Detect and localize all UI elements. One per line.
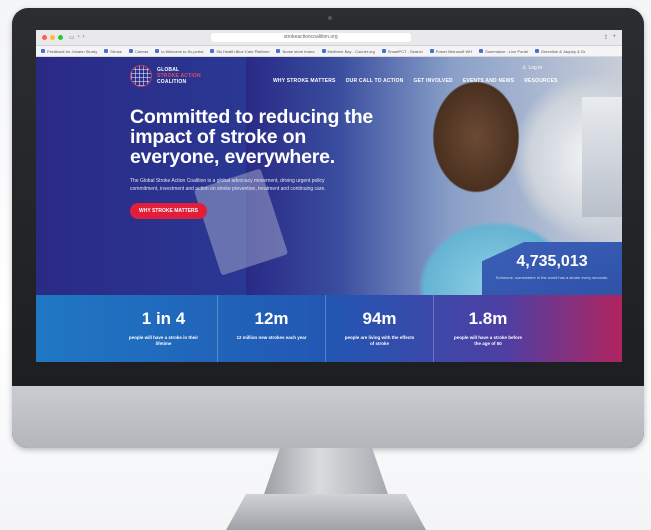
back-icon[interactable]: ‹ — [78, 34, 80, 41]
nav-get-involved[interactable]: GET INVOLVED — [414, 78, 453, 84]
stats-band: 1 in 4 people will have a stroke in thei… — [36, 295, 622, 362]
bookmark-icon — [41, 49, 45, 53]
hospital-wall-panel — [582, 97, 622, 217]
stat-label: 12 million new strokes each year — [236, 335, 307, 340]
bookmark-icon — [479, 49, 484, 53]
bookmark-item[interactable]: ic.Welcome to Sc.portal — [155, 49, 203, 54]
screen: ▭ ‹ › strokeactioncoalition.org ⇪ + Feed… — [36, 30, 622, 362]
stat-item: 12m 12 million new strokes each year — [218, 295, 326, 362]
monitor-chin — [12, 386, 644, 448]
browser-toolbar-right: ⇪ + — [603, 34, 616, 41]
sidebar-toggle-icon[interactable]: ▭ — [69, 34, 75, 41]
site-header: GLOBAL STROKE ACTION COALITION ♙ Log in … — [36, 57, 622, 97]
bookmark-icon — [321, 49, 326, 53]
stat-value: 1.8m — [468, 309, 508, 328]
stat-value: 94m — [362, 309, 397, 328]
stat-label: people are living with the effects of st… — [344, 335, 415, 346]
browser-titlebar: ▭ ‹ › strokeactioncoalition.org ⇪ + — [36, 30, 622, 46]
bookmark-item[interactable]: Stroke — [104, 49, 122, 54]
bookmark-icon — [276, 49, 281, 53]
stat-label: people will have a stroke before the age… — [453, 335, 523, 346]
bookmark-icon — [128, 49, 133, 53]
new-tab-icon[interactable]: + — [612, 34, 616, 41]
stat-value: 12m — [254, 309, 289, 328]
counter-caption: Someone, somewhere in the world has a st… — [495, 275, 609, 280]
window-controls — [42, 35, 63, 40]
counter-value: 4,735,013 — [516, 253, 588, 270]
bookmarks-bar: Feedback for Johann Sturdy Stroke Canvas… — [36, 46, 622, 57]
bookmark-icon — [381, 49, 386, 53]
stat-value: 1 in 4 — [141, 309, 186, 328]
address-bar[interactable]: strokeactioncoalition.org — [210, 33, 411, 42]
bookmark-item[interactable]: Ski Health Blue Care Platform — [210, 49, 269, 54]
bookmark-item[interactable]: Feedback for Johann Sturdy — [41, 49, 97, 54]
nav-our-call-to-action[interactable]: OUR CALL TO ACTION — [346, 78, 404, 84]
nav-events-and-news[interactable]: EVENTS AND NEWS — [463, 78, 514, 84]
bookmark-icon — [534, 49, 539, 53]
logo-wordmark: GLOBAL STROKE ACTION COALITION — [157, 67, 201, 85]
bookmark-item[interactable]: Canvas — [128, 49, 148, 54]
nav-why-stroke-matters[interactable]: WHY STROKE MATTERS — [273, 78, 336, 84]
forward-icon[interactable]: › — [83, 34, 85, 41]
hero-title: Committed to reducing the impact of stro… — [130, 106, 374, 168]
globe-logo-icon — [130, 65, 152, 87]
bookmark-icon — [210, 49, 215, 53]
monitor-stand-base — [226, 494, 426, 530]
nav-resources[interactable]: RESOURCES — [524, 78, 557, 84]
stat-item: 1.8m people will have a stroke before th… — [434, 295, 542, 362]
bookmark-item[interactable]: SmartPCT - Search — [381, 49, 423, 54]
minimize-window-icon[interactable] — [50, 35, 55, 40]
hero-body: The Global Stroke Action Coalition is a … — [130, 178, 326, 192]
bookmark-item[interactable]: Greenline & Jaquiry & Gr — [534, 49, 585, 54]
main-navigation: WHY STROKE MATTERS OUR CALL TO ACTION GE… — [273, 78, 558, 84]
bookmark-item[interactable]: Medicine Bay - Courier.org — [321, 49, 375, 54]
site-logo[interactable]: GLOBAL STROKE ACTION COALITION — [130, 65, 201, 87]
hero-section: Committed to reducing the impact of stro… — [130, 107, 380, 219]
bookmark-icon — [104, 49, 109, 53]
website: GLOBAL STROKE ACTION COALITION ♙ Log in … — [36, 57, 622, 362]
monitor-stand-neck — [262, 448, 390, 500]
browser-nav-controls: ▭ ‹ › — [69, 34, 85, 41]
bookmark-item[interactable]: Summarize - Live Portal — [479, 49, 528, 54]
stat-item: 1 in 4 people will have a stroke in thei… — [110, 295, 218, 362]
share-icon[interactable]: ⇪ — [603, 34, 608, 41]
bookmark-icon — [155, 49, 160, 53]
stat-label: people will have a stroke in their lifet… — [128, 335, 199, 346]
bookmark-icon — [429, 49, 434, 53]
login-link[interactable]: ♙ Log in — [522, 65, 542, 71]
why-stroke-matters-button[interactable]: WHY STROKE MATTERS — [130, 203, 207, 219]
stat-item: 94m people are living with the effects o… — [326, 295, 434, 362]
camera-icon — [328, 16, 332, 20]
bookmark-item[interactable]: Power Microsoft WH — [429, 49, 472, 54]
bookmark-item[interactable]: Nurse store brand — [276, 49, 315, 54]
maximize-window-icon[interactable] — [58, 35, 63, 40]
user-icon: ♙ — [522, 65, 527, 71]
close-window-icon[interactable] — [42, 35, 47, 40]
